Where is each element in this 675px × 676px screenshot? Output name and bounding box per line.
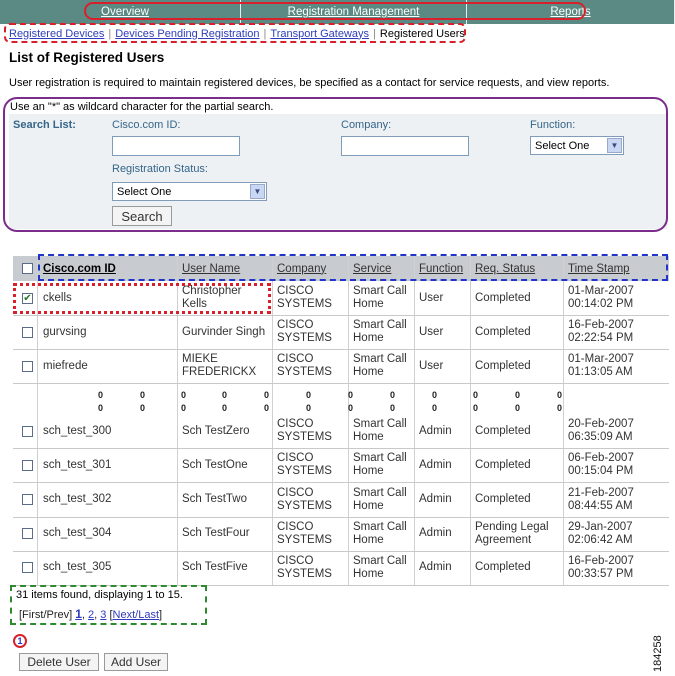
cell-user-name: Sch TestOne	[182, 458, 248, 471]
cell-company: CISCO SYSTEMS	[277, 285, 332, 310]
cell-company: CISCO SYSTEMS	[277, 554, 332, 580]
row-checkbox[interactable]	[22, 360, 33, 372]
cell-company: CISCO SYSTEMS	[277, 452, 332, 478]
cell-company: CISCO SYSTEMS	[277, 319, 332, 344]
row-checkbox[interactable]	[22, 494, 33, 505]
cell-company: CISCO SYSTEMS	[277, 520, 332, 546]
ellipsis-mark: 0	[390, 390, 396, 400]
cell-service: Smart Call Home	[353, 554, 407, 580]
cell-company: CISCO SYSTEMS	[277, 353, 332, 378]
ellipsis-mark: 0	[557, 403, 563, 413]
cell-cisco-id: gurvsing	[43, 325, 87, 338]
cell-function: Admin	[419, 493, 452, 505]
cell-cisco-id: miefrede	[43, 359, 88, 372]
top-nav: Overview Registration Management Reports	[0, 0, 675, 24]
ellipsis-mark: 0	[557, 390, 563, 400]
cell-function: Admin	[419, 458, 452, 471]
cell-function: Admin	[419, 424, 452, 437]
cell-service: Smart Call Home	[353, 353, 407, 378]
callout-box-first-row	[13, 283, 271, 314]
ellipsis-mark: 0	[181, 390, 187, 400]
page-description: User registration is required to maintai…	[9, 77, 610, 89]
callout-oval-topnav	[84, 2, 586, 20]
cell-req-status: Completed	[475, 424, 531, 437]
cell-time-stamp: 21-Feb-2007 08:44:55 AM	[568, 486, 634, 512]
cell-user-name: MIEKE FREDERICKX	[182, 353, 257, 378]
cell-time-stamp: 16-Feb-2007 02:22:54 PM	[568, 319, 634, 344]
cell-cisco-id: sch_test_305	[43, 561, 112, 574]
ellipsis-mark: 0	[306, 403, 312, 413]
cell-service: Smart Call Home	[353, 486, 407, 512]
delete-user-button[interactable]: Delete User	[19, 653, 99, 671]
cell-time-stamp: 06-Feb-2007 00:15:04 PM	[568, 452, 634, 478]
callout-box-header	[38, 254, 668, 281]
cell-user-name: Sch TestZero	[182, 424, 250, 437]
cell-service: Smart Call Home	[353, 520, 407, 546]
cell-req-status: Pending Legal Agreement	[475, 520, 549, 546]
cell-service: Smart Call Home	[353, 452, 407, 478]
ellipsis-mark: 0	[515, 390, 521, 400]
cell-user-name: Gurvinder Singh	[182, 325, 266, 338]
cell-time-stamp: 29-Jan-2007 02:06:42 AM	[568, 520, 633, 546]
row-checkbox[interactable]	[22, 326, 33, 338]
cell-req-status: Completed	[475, 458, 531, 471]
ellipsis-mark: 0	[140, 403, 146, 413]
cell-time-stamp: 01-Mar-2007 00:14:02 PM	[568, 285, 634, 310]
cell-req-status: Completed	[475, 325, 531, 338]
ellipsis-mark: 0	[222, 390, 228, 400]
ellipsis-mark: 0	[348, 403, 354, 413]
cell-company: CISCO SYSTEMS	[277, 418, 332, 444]
ellipsis-mark: 0	[264, 403, 270, 413]
ellipsis-mark: 0	[140, 390, 146, 400]
ellipsis-mark: 0	[306, 390, 312, 400]
select-all-checkbox[interactable]	[22, 263, 33, 274]
ellipsis-mark: 0	[348, 390, 354, 400]
figure-id: 184258	[652, 635, 664, 672]
ellipsis-mark: 0	[98, 390, 104, 400]
cell-cisco-id: sch_test_302	[43, 493, 112, 505]
cell-time-stamp: 16-Feb-2007 00:33:57 PM	[568, 554, 634, 580]
ellipsis-mark: 0	[432, 390, 438, 400]
row-checkbox[interactable]	[22, 528, 33, 540]
cell-function: User	[419, 359, 444, 372]
cell-cisco-id: sch_test_301	[43, 458, 112, 471]
cell-function: Admin	[419, 527, 452, 540]
cell-service: Smart Call Home	[353, 418, 407, 444]
add-user-button[interactable]: Add User	[104, 653, 168, 671]
callout-box-pager	[10, 585, 207, 625]
row-checkbox[interactable]	[22, 425, 33, 437]
cell-company: CISCO SYSTEMS	[277, 486, 332, 512]
cell-function: User	[419, 325, 444, 338]
ellipsis-mark: 0	[515, 403, 521, 413]
ellipsis-mark: 0	[181, 403, 187, 413]
callout-marker: 1	[13, 634, 27, 648]
cell-user-name: Sch TestFive	[182, 561, 248, 574]
cell-service: Smart Call Home	[353, 319, 407, 344]
cell-req-status: Completed	[475, 291, 531, 304]
row-checkbox[interactable]	[22, 562, 33, 574]
cell-cisco-id: sch_test_300	[43, 424, 112, 437]
cell-function: User	[419, 291, 444, 304]
cell-service: Smart Call Home	[353, 285, 407, 310]
callout-frame-search	[3, 97, 668, 232]
ellipsis-mark: 0	[98, 403, 104, 413]
cell-user-name: Sch TestFour	[182, 527, 250, 540]
ellipsis-mark: 0	[473, 390, 479, 400]
ellipsis-mark: 0	[222, 403, 228, 413]
ellipsis-mark: 0	[390, 403, 396, 413]
cell-time-stamp: 01-Mar-2007 01:13:05 AM	[568, 353, 634, 378]
cell-user-name: Sch TestTwo	[182, 493, 247, 505]
row-checkbox[interactable]	[22, 459, 33, 471]
cell-req-status: Completed	[475, 359, 531, 372]
cell-function: Admin	[419, 561, 452, 574]
page-title: List of Registered Users	[9, 50, 165, 65]
cell-req-status: Completed	[475, 493, 531, 505]
cell-req-status: Completed	[475, 561, 531, 574]
ellipsis-mark: 0	[432, 403, 438, 413]
ellipsis-mark: 0	[264, 390, 270, 400]
callout-box-subtabs	[4, 23, 466, 43]
cell-cisco-id: sch_test_304	[43, 527, 112, 540]
ellipsis-mark: 0	[473, 403, 479, 413]
cell-time-stamp: 20-Feb-2007 06:35:09 AM	[568, 418, 634, 444]
